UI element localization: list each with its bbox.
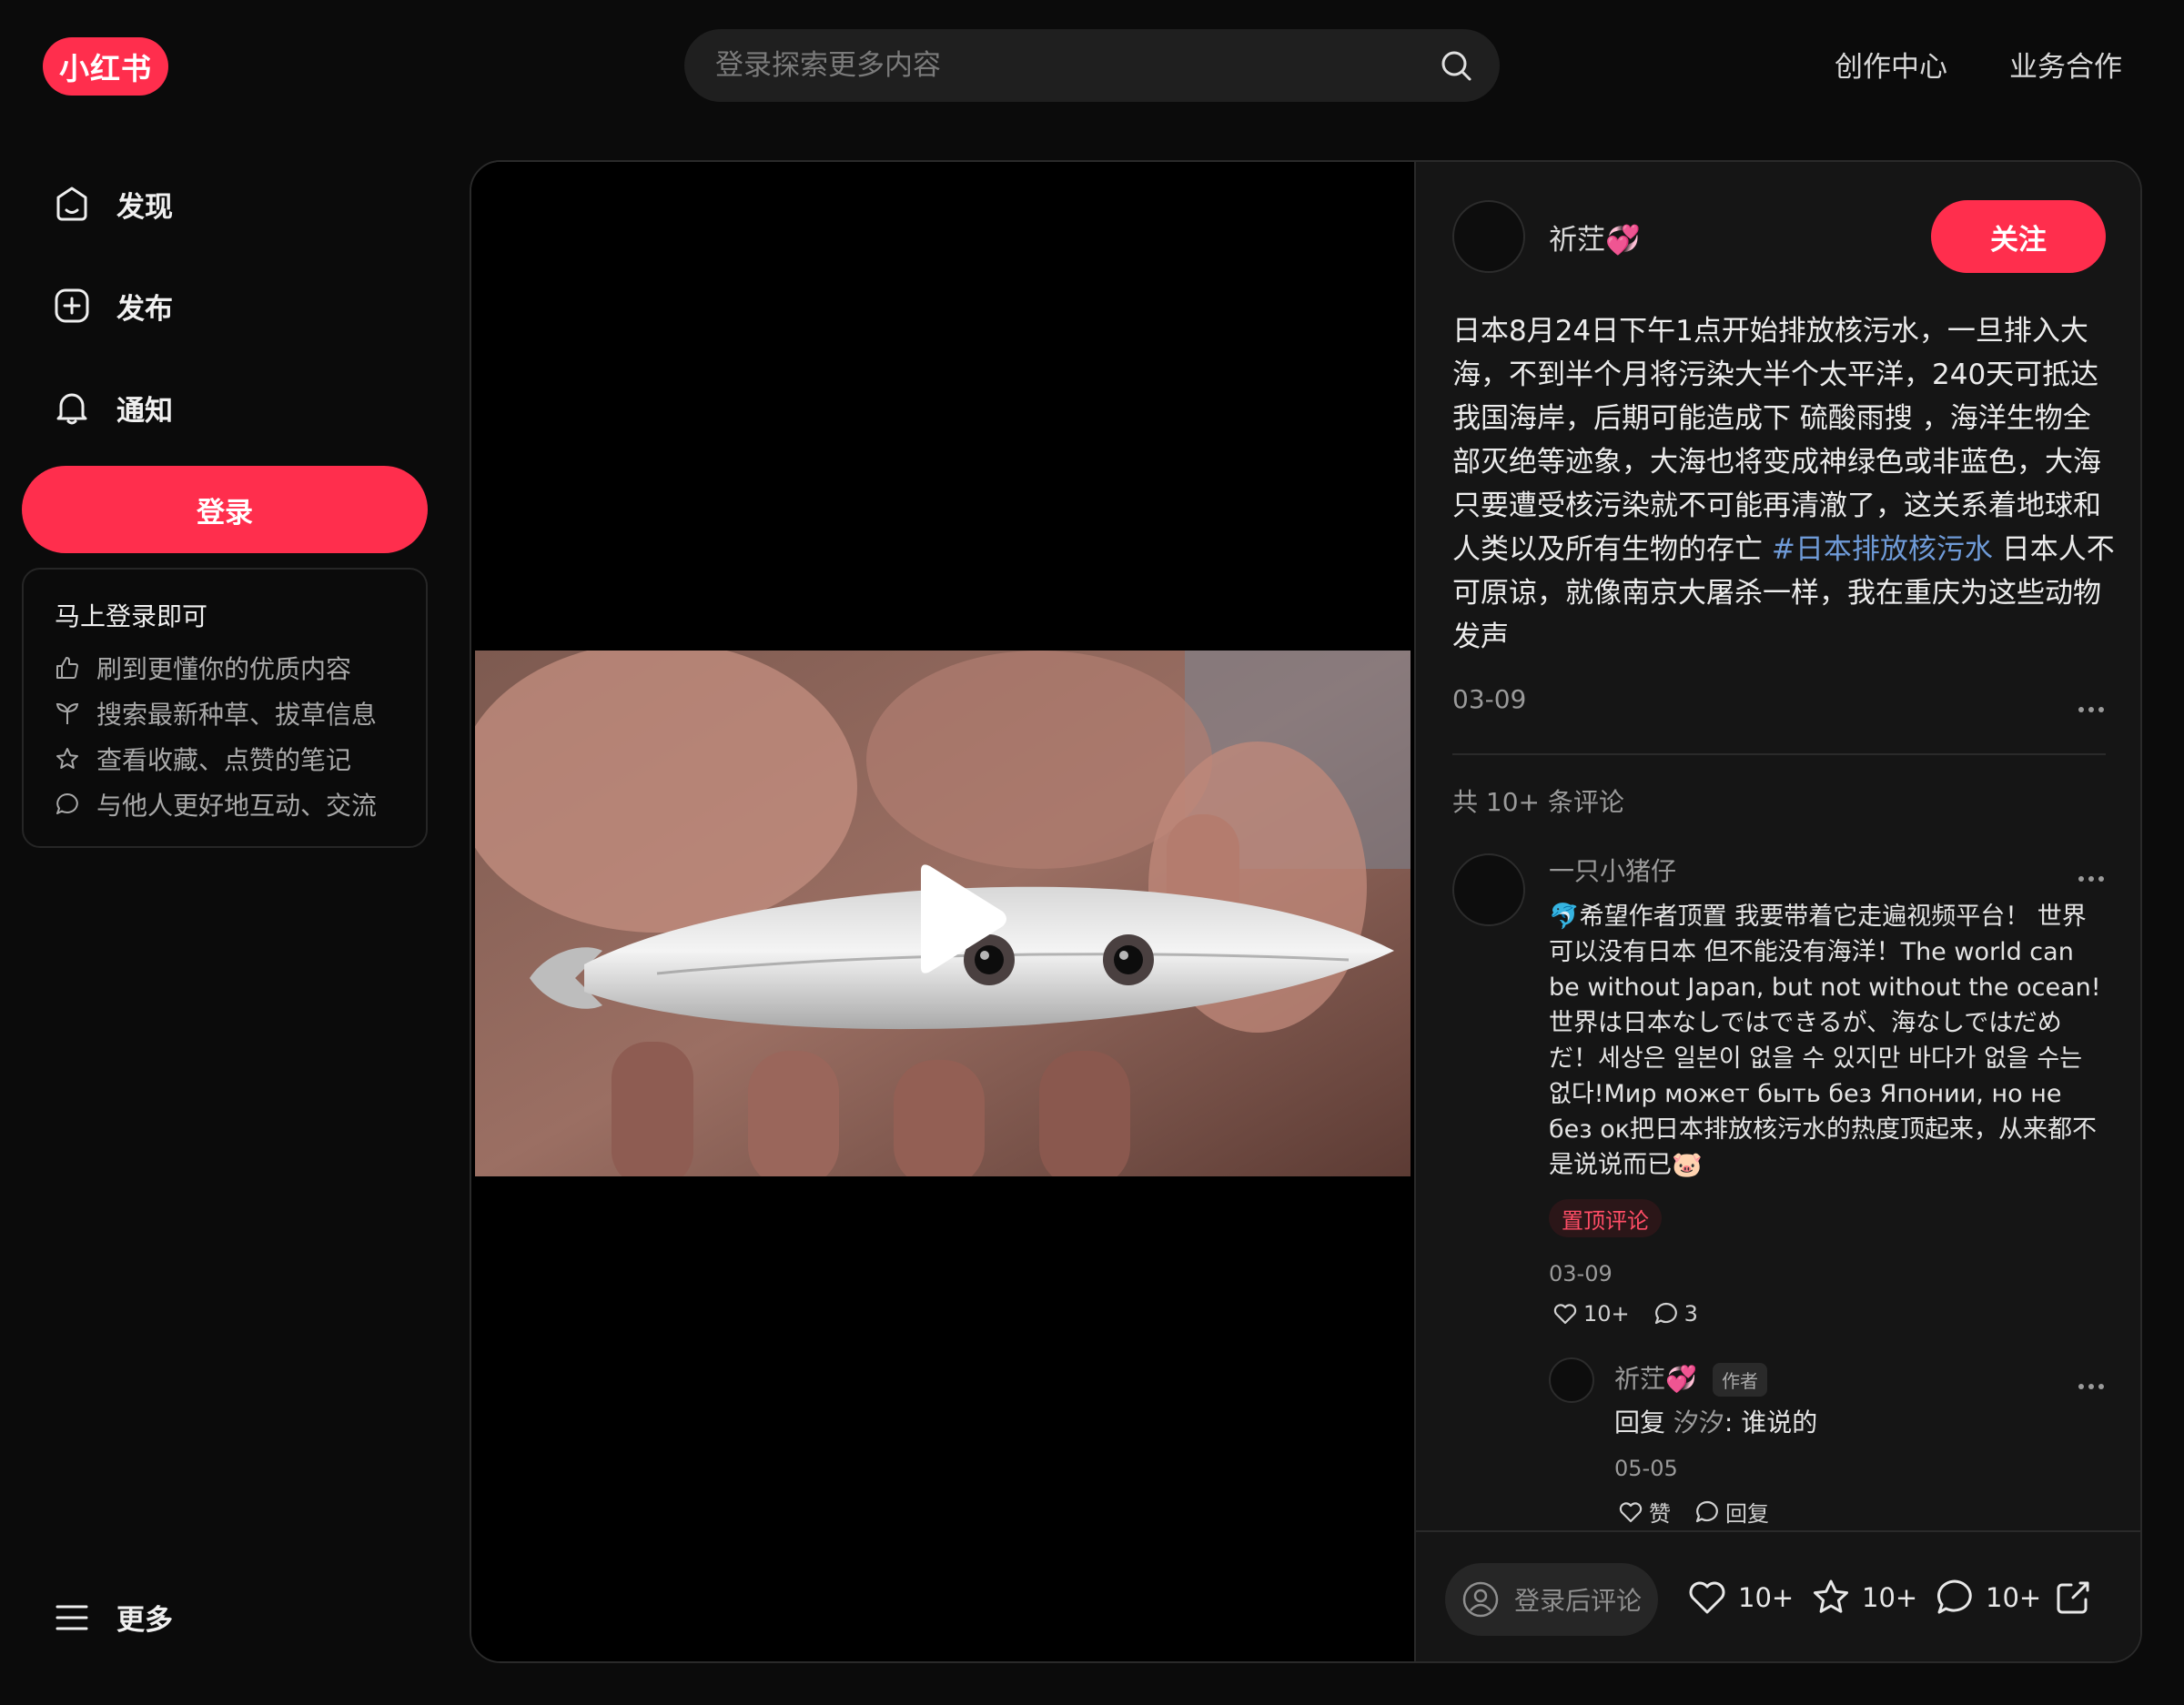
- search-icon[interactable]: [1438, 47, 1474, 84]
- home-icon: [56, 187, 87, 221]
- reply-avatar[interactable]: [1549, 1357, 1594, 1403]
- sidebar-item-publish[interactable]: 发布: [53, 278, 173, 333]
- reply-like-label[interactable]: 赞: [1649, 1496, 1671, 1528]
- search-bar[interactable]: [684, 29, 1500, 102]
- chat-bubble-icon: [56, 793, 78, 814]
- reply-target-user[interactable]: 汐汐: [1673, 1407, 1724, 1438]
- comment-input[interactable]: 登录后评论: [1445, 1563, 1658, 1636]
- share-icon: [2057, 1581, 2089, 1614]
- reply-date: 05-05: [1614, 1456, 1678, 1481]
- heart-icon: [1689, 1581, 1725, 1614]
- note-detail-panel: 祈茳💞 关注 日本8月24日下午1点开始排放核污水，一旦排入大海，不到半个月将污…: [470, 160, 2142, 1663]
- like-count: 10+: [1738, 1582, 1795, 1613]
- reply-options-icon[interactable]: [2078, 1376, 2115, 1389]
- user-icon: [1462, 1581, 1499, 1618]
- more-label: 更多: [116, 1604, 173, 1637]
- note-description: 日本8月24日下午1点开始排放核污水，一旦排入大海，不到半个月将污染大半个太平洋…: [1452, 315, 2115, 653]
- more-options-icon[interactable]: [2078, 699, 2115, 712]
- reply-author-name[interactable]: 祈茳💞: [1614, 1359, 1697, 1396]
- more-menu-button[interactable]: 更多: [53, 1597, 173, 1638]
- sprout-icon: [56, 702, 79, 724]
- author-name[interactable]: 祈茳💞: [1549, 217, 1641, 257]
- collect-button[interactable]: 10+: [1811, 1578, 1917, 1618]
- thumbs-up-icon: [56, 657, 78, 679]
- star-icon: [1814, 1579, 1848, 1613]
- like-button[interactable]: 10+: [1687, 1578, 1794, 1618]
- comment-options-icon[interactable]: [2078, 868, 2115, 882]
- business-link[interactable]: 业务合作: [2009, 44, 2122, 85]
- promo-title: 马上登录即可: [55, 601, 208, 631]
- video-player[interactable]: [471, 162, 1414, 1661]
- comment-date: 03-09: [1549, 1261, 1613, 1286]
- comment-like-count: 10+: [1583, 1301, 1630, 1327]
- author-avatar[interactable]: [1452, 200, 1525, 273]
- star-icon: [56, 748, 78, 769]
- sidebar-item-label: 通知: [116, 394, 173, 428]
- sidebar-item-notifications[interactable]: 通知: [53, 380, 173, 435]
- commenter-name[interactable]: 一只小猪仔: [1549, 852, 1676, 888]
- sidebar-item-label: 发现: [116, 190, 173, 224]
- reply-stats: 赞 回复: [1618, 1496, 1793, 1528]
- creator-center-link[interactable]: 创作中心: [1835, 44, 1947, 85]
- login-button[interactable]: 登录: [22, 466, 428, 553]
- post-date: 03-09: [1452, 684, 1527, 714]
- follow-button[interactable]: 关注: [1931, 200, 2106, 273]
- promo-item: 查看收藏、点赞的笔记: [55, 741, 351, 777]
- author-badge: 作者: [1713, 1363, 1767, 1397]
- promo-item: 刷到更懂你的优质内容: [55, 650, 351, 686]
- comment-icon: [1937, 1579, 1972, 1614]
- promo-item: 与他人更好地互动、交流: [55, 786, 377, 822]
- login-promo-card: 马上登录即可 刷到更懂你的优质内容 搜索最新种草、拔草信息 查看收藏、点赞的笔记…: [22, 568, 428, 848]
- comment-stats: 10+ 3: [1552, 1301, 1722, 1327]
- comment-icon[interactable]: [1653, 1301, 1679, 1327]
- comment-placeholder: 登录后评论: [1514, 1586, 1643, 1616]
- note-side-panel: 祈茳💞 关注 日本8月24日下午1点开始排放核污水，一旦排入大海，不到半个月将污…: [1414, 162, 2140, 1661]
- comment-text: 🐬希望作者顶置 我要带着它走遍视频平台！ 世界可以没有日本 但不能没有海洋！Th…: [1549, 903, 2101, 1179]
- share-button[interactable]: [2053, 1578, 2104, 1618]
- play-icon[interactable]: [903, 860, 1012, 978]
- search-input[interactable]: [715, 29, 1407, 102]
- pinned-comment-badge: 置顶评论: [1549, 1199, 1662, 1237]
- comment-button[interactable]: 10+: [1935, 1578, 2041, 1618]
- heart-icon[interactable]: [1618, 1499, 1643, 1525]
- menu-icon: [56, 1605, 88, 1629]
- commenter-avatar[interactable]: [1452, 853, 1525, 926]
- engagement-bar: 登录后评论 10+ 10+ 10+: [1416, 1530, 2140, 1661]
- plus-square-icon: [55, 288, 89, 323]
- sidebar-item-label: 发布: [116, 292, 173, 326]
- xiaohongshu-logo[interactable]: 小红书: [43, 37, 168, 96]
- comment-total: 10+: [1986, 1582, 2042, 1613]
- comment-count: 共 10+ 条评论: [1452, 787, 1624, 817]
- divider: [1452, 753, 2106, 755]
- hashtag-link[interactable]: #日本排放核污水: [1772, 533, 1993, 566]
- bell-icon: [56, 393, 87, 425]
- sidebar-item-discover[interactable]: 发现: [53, 177, 173, 231]
- heart-icon[interactable]: [1552, 1301, 1578, 1327]
- comment-reply-count: 3: [1684, 1301, 1698, 1327]
- comment-icon[interactable]: [1694, 1499, 1720, 1525]
- video-thumbnail[interactable]: [475, 651, 1410, 1176]
- promo-item: 搜索最新种草、拔草信息: [55, 695, 377, 731]
- reply-reply-label[interactable]: 回复: [1725, 1496, 1769, 1528]
- reply-text: 回复 汐汐: 谁说的: [1614, 1407, 1818, 1438]
- collect-count: 10+: [1862, 1582, 1918, 1613]
